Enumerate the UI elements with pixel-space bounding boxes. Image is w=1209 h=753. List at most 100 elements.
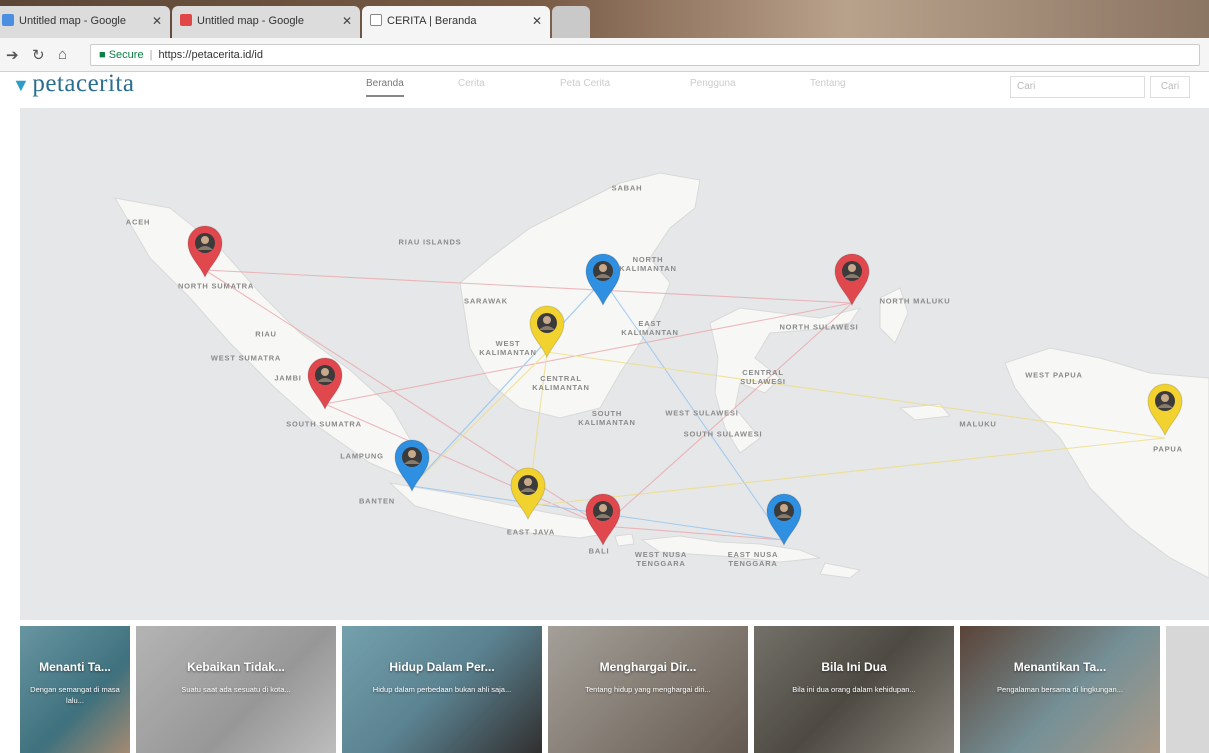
story-pin[interactable]	[583, 492, 623, 546]
story-card[interactable]: Menanti Ta... Dengan semangat di masa la…	[20, 626, 130, 753]
story-pin[interactable]	[305, 356, 345, 410]
story-map[interactable]: ACEH NORTH SUMATRA RIAU ISLANDS RIAU WES…	[20, 108, 1209, 620]
story-card-desc: Suatu saat ada sesuatu di kota...	[181, 685, 291, 694]
region-label: NORTH MALUKU	[879, 296, 951, 306]
story-card[interactable]: Hidup Dalam Per... Hidup dalam perbedaan…	[342, 626, 542, 753]
tab-title: CERITA | Beranda	[387, 15, 477, 27]
story-pin[interactable]	[508, 466, 548, 520]
region-label: NORTH SUMATRA	[177, 281, 255, 291]
page-favicon-icon	[370, 14, 382, 26]
story-card-desc: Tentang hidup yang menghargai diri...	[585, 685, 711, 694]
new-tab-button[interactable]	[552, 6, 590, 38]
region-label: EAST NUSA TENGGARA	[727, 550, 779, 568]
region-label: WEST SULAWESI	[665, 408, 739, 418]
story-card[interactable]: Kebaikan Tidak... Suatu saat ada sesuatu…	[136, 626, 336, 753]
story-pin[interactable]	[832, 252, 872, 306]
region-label: EAST JAVA	[506, 527, 556, 537]
region-label: WEST SUMATRA	[210, 353, 282, 363]
site-header: ▼petacerita Beranda Cerita Peta Cerita P…	[0, 70, 1209, 106]
story-card[interactable]: Bila Ini Dua Bila ini dua orang dalam ke…	[754, 626, 954, 753]
region-label: RIAU	[255, 329, 277, 339]
map-pin-icon	[529, 305, 565, 358]
story-carousel: Menanti Ta... Dengan semangat di masa la…	[0, 622, 1209, 753]
logo-text: petacerita	[32, 70, 135, 97]
search-input[interactable]: Cari	[1010, 76, 1145, 98]
story-card-desc: Hidup dalam perbedaan bukan ahli saja...	[372, 685, 512, 694]
close-tab-icon[interactable]: ✕	[532, 6, 542, 36]
region-label: BANTEN	[358, 496, 396, 506]
reload-icon[interactable]: ↻	[32, 46, 45, 64]
region-label: LAMPUNG	[340, 451, 384, 461]
story-card-desc: Pengalaman bersama di lingkungan...	[997, 685, 1123, 694]
tab-strip: Untitled map - Google ✕ Untitled map - G…	[0, 0, 1209, 38]
story-pin[interactable]	[1145, 382, 1185, 436]
region-label: SOUTH KALIMANTAN	[578, 409, 636, 427]
browser-tab-active[interactable]: CERITA | Beranda ✕	[362, 6, 550, 38]
region-label: SOUTH SULAWESI	[683, 429, 763, 439]
story-card-desc: Bila ini dua orang dalam kehidupan...	[792, 685, 916, 694]
region-label: PAPUA	[1153, 444, 1183, 454]
nav-tab-about[interactable]: Tentang	[810, 78, 846, 89]
story-pin[interactable]	[185, 224, 225, 278]
story-card-image	[1166, 626, 1209, 753]
map-pin-icon	[394, 439, 430, 492]
map-pin-icon	[307, 357, 343, 410]
search-button[interactable]: Cari	[1150, 76, 1190, 98]
browser-tab[interactable]: Untitled map - Google ✕	[172, 6, 360, 38]
back-icon[interactable]: ➔	[6, 46, 19, 64]
region-label: SABAH	[611, 183, 643, 193]
story-card[interactable]: Menghargai Dir... Tentang hidup yang men…	[548, 626, 748, 753]
maps-favicon-icon	[2, 14, 14, 26]
browser-window: Untitled map - Google ✕ Untitled map - G…	[0, 0, 1209, 753]
region-label: EAST KALIMANTAN	[621, 319, 679, 337]
region-label: SARAWAK	[464, 296, 508, 306]
map-pin-icon	[510, 467, 546, 520]
address-bar-row: ➔ ↻ ⌂ ■ Secure | https://petacerita.id/id	[0, 38, 1209, 72]
region-label: RIAU ISLANDS	[398, 237, 462, 247]
home-icon[interactable]: ⌂	[58, 46, 67, 63]
story-pin[interactable]	[764, 492, 804, 546]
story-card-partial[interactable]	[1166, 626, 1209, 753]
story-card-desc: Dengan semangat di masa lalu...	[30, 685, 120, 705]
region-label: ACEH	[125, 217, 151, 227]
map-pin-icon	[834, 253, 870, 306]
tab-title: Untitled map - Google	[19, 15, 126, 27]
browser-tab[interactable]: Untitled map - Google ✕	[0, 6, 170, 38]
nav-tab-stories[interactable]: Cerita	[458, 78, 485, 89]
map-pin-icon	[585, 493, 621, 546]
url-text: https://petacerita.id/id	[158, 49, 263, 61]
story-card-title: Menantikan Ta...	[1013, 660, 1107, 674]
region-label: JAMBI	[274, 373, 302, 383]
close-tab-icon[interactable]: ✕	[342, 6, 352, 36]
story-pin[interactable]	[392, 438, 432, 492]
lock-icon: ■	[99, 49, 106, 61]
site-logo[interactable]: ▼petacerita	[12, 70, 134, 98]
map-pin-icon	[766, 493, 802, 546]
nav-tab-home[interactable]: Beranda	[366, 78, 404, 97]
region-label: MALUKU	[959, 419, 997, 429]
region-label: CENTRAL KALIMANTAN	[532, 374, 590, 392]
story-pin[interactable]	[583, 252, 623, 306]
tab-title: Untitled map - Google	[197, 15, 304, 27]
nav-tab-story-map[interactable]: Peta Cerita	[560, 78, 610, 89]
story-card-title: Kebaikan Tidak...	[187, 660, 285, 674]
region-label: SOUTH SUMATRA	[286, 419, 362, 429]
region-label: WEST PAPUA	[1025, 370, 1083, 380]
map-pin-icon	[585, 253, 621, 306]
story-pin[interactable]	[527, 304, 567, 358]
region-label: NORTH SULAWESI	[779, 322, 859, 332]
maps-favicon-icon	[180, 14, 192, 26]
url-input[interactable]: ■ Secure | https://petacerita.id/id	[90, 44, 1200, 66]
story-card-title: Menghargai Dir...	[599, 660, 697, 674]
region-label: CENTRAL SULAWESI	[740, 368, 786, 386]
region-label: BALI	[588, 546, 610, 556]
close-tab-icon[interactable]: ✕	[152, 6, 162, 36]
region-label: WEST NUSA TENGGARA	[634, 550, 688, 568]
region-label: NORTH KALIMANTAN	[619, 255, 677, 273]
nav-tab-users[interactable]: Pengguna	[690, 78, 736, 89]
story-card[interactable]: Menantikan Ta... Pengalaman bersama di l…	[960, 626, 1160, 753]
logo-pin-icon: ▼	[12, 75, 31, 95]
map-pin-icon	[187, 225, 223, 278]
story-card-title: Hidup Dalam Per...	[389, 660, 495, 674]
story-card-title: Bila Ini Dua	[821, 660, 887, 674]
